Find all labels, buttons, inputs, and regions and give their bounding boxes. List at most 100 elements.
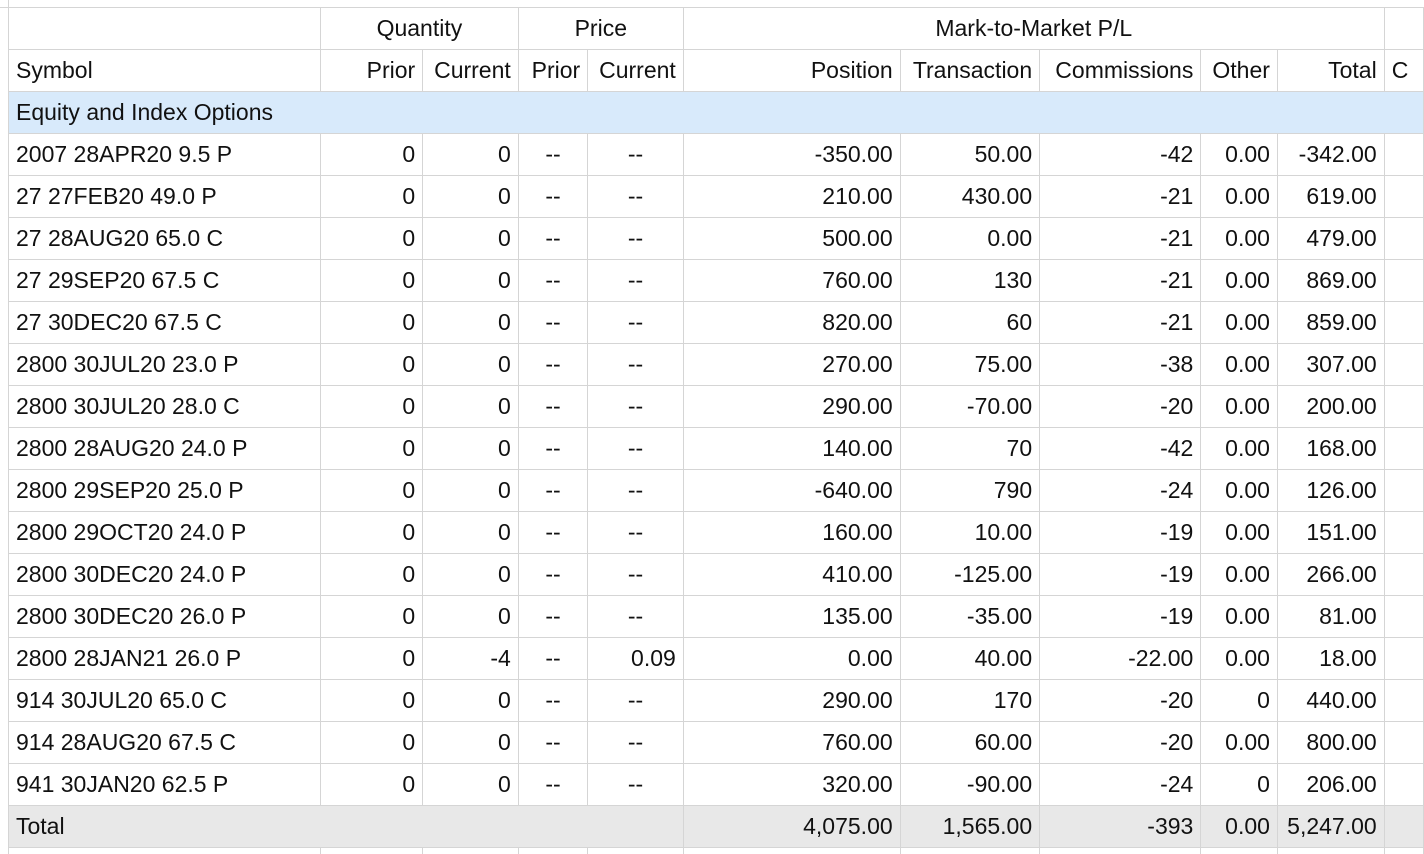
cell-price-current[interactable]: -- (587, 511, 684, 554)
column-header-other[interactable]: Other (1200, 49, 1278, 92)
cell-symbol[interactable]: 2800 29SEP20 25.0 P (9, 469, 321, 512)
cell-total[interactable]: 869.00 (1277, 259, 1385, 302)
cell-qty-prior[interactable]: 0 (320, 217, 424, 260)
cell-overflow[interactable] (1384, 343, 1424, 386)
cell-commissions[interactable]: -21 (1039, 175, 1202, 218)
cell-qty-current[interactable]: 0 (422, 385, 519, 428)
cell-position[interactable]: 160.00 (683, 511, 901, 554)
cell-transaction[interactable]: 75.00 (900, 343, 1041, 386)
cell-price-current[interactable]: -- (587, 595, 684, 638)
empty-cell[interactable] (320, 847, 424, 854)
cell-overflow[interactable] (1384, 385, 1424, 428)
cell-position[interactable]: 135.00 (683, 595, 901, 638)
cell-position[interactable]: 500.00 (683, 217, 901, 260)
total-position[interactable]: 4,075.00 (683, 805, 901, 848)
cell-qty-current[interactable]: 0 (422, 679, 519, 722)
cell-transaction[interactable]: 70 (900, 427, 1041, 470)
cell-position[interactable]: 0.00 (683, 637, 901, 680)
cell-position[interactable]: 210.00 (683, 175, 901, 218)
cell-transaction[interactable]: 10.00 (900, 511, 1041, 554)
empty-cell[interactable] (422, 847, 519, 854)
cell-total[interactable]: 200.00 (1277, 385, 1385, 428)
cell-total[interactable]: 440.00 (1277, 679, 1385, 722)
cell-overflow[interactable] (1384, 133, 1424, 176)
cell-qty-current[interactable]: 0 (422, 133, 519, 176)
empty-cell[interactable] (1200, 847, 1278, 854)
cell-qty-prior[interactable]: 0 (320, 133, 424, 176)
cell-commissions[interactable]: -19 (1039, 511, 1202, 554)
cell-transaction[interactable]: -35.00 (900, 595, 1041, 638)
cell-price-current[interactable]: -- (587, 217, 684, 260)
cell-other[interactable]: 0.00 (1200, 343, 1278, 386)
empty-cell[interactable] (518, 847, 589, 854)
group-header-quantity[interactable]: Quantity (320, 8, 519, 50)
cell-qty-prior[interactable]: 0 (320, 259, 424, 302)
cell-symbol[interactable]: 914 30JUL20 65.0 C (9, 679, 321, 722)
cell-transaction[interactable]: 60 (900, 301, 1041, 344)
cell-overflow[interactable] (1384, 679, 1424, 722)
cell-position[interactable]: 290.00 (683, 679, 901, 722)
cell-other[interactable]: 0.00 (1200, 217, 1278, 260)
cell-qty-current[interactable]: 0 (422, 259, 519, 302)
empty-cell[interactable] (1039, 847, 1202, 854)
cell-price-current[interactable]: -- (587, 763, 684, 806)
cell-transaction[interactable]: 50.00 (900, 133, 1041, 176)
section-title[interactable]: Equity and Index Options (9, 91, 1424, 134)
cell-position[interactable]: -640.00 (683, 469, 901, 512)
total-overflow[interactable] (1384, 805, 1424, 848)
cell-qty-current[interactable]: 0 (422, 175, 519, 218)
cell-qty-prior[interactable]: 0 (320, 553, 424, 596)
cell-symbol[interactable]: 27 29SEP20 67.5 C (9, 259, 321, 302)
cell-qty-prior[interactable]: 0 (320, 301, 424, 344)
cell-price-prior[interactable]: -- (518, 511, 589, 554)
column-header-transaction[interactable]: Transaction (900, 49, 1041, 92)
cell-price-current[interactable]: -- (587, 133, 684, 176)
cell-other[interactable]: 0.00 (1200, 469, 1278, 512)
cell-commissions[interactable]: -20 (1039, 679, 1202, 722)
cell-symbol[interactable]: 2800 30JUL20 28.0 C (9, 385, 321, 428)
cell-symbol[interactable]: 2800 28JAN21 26.0 P (9, 637, 321, 680)
cell-qty-current[interactable]: 0 (422, 427, 519, 470)
column-header-symbol[interactable]: Symbol (9, 49, 321, 92)
cell-other[interactable]: 0.00 (1200, 427, 1278, 470)
cell-qty-current[interactable]: 0 (422, 217, 519, 260)
cell-other[interactable]: 0.00 (1200, 595, 1278, 638)
cell-transaction[interactable]: -70.00 (900, 385, 1041, 428)
column-header-qty-prior[interactable]: Prior (320, 49, 424, 92)
cell-symbol[interactable]: 2007 28APR20 9.5 P (9, 133, 321, 176)
cell-symbol[interactable]: 2800 30DEC20 24.0 P (9, 553, 321, 596)
cell-commissions[interactable]: -20 (1039, 385, 1202, 428)
header-cell-blank[interactable] (9, 8, 321, 50)
cell-qty-prior[interactable]: 0 (320, 763, 424, 806)
cell-transaction[interactable]: 60.00 (900, 721, 1041, 764)
cell-overflow[interactable] (1384, 763, 1424, 806)
cell-symbol[interactable]: 914 28AUG20 67.5 C (9, 721, 321, 764)
cell-symbol[interactable]: 2800 28AUG20 24.0 P (9, 427, 321, 470)
cell-price-current[interactable]: -- (587, 259, 684, 302)
cell-transaction[interactable]: 790 (900, 469, 1041, 512)
cell-price-prior[interactable]: -- (518, 721, 589, 764)
cell-overflow[interactable] (1384, 469, 1424, 512)
cell-total[interactable]: 126.00 (1277, 469, 1385, 512)
column-header-commissions[interactable]: Commissions (1039, 49, 1202, 92)
cell-total[interactable]: -342.00 (1277, 133, 1385, 176)
cell-other[interactable]: 0.00 (1200, 175, 1278, 218)
total-commissions[interactable]: -393 (1039, 805, 1202, 848)
cell-price-current[interactable]: -- (587, 427, 684, 470)
cell-commissions[interactable]: -42 (1039, 133, 1202, 176)
empty-cell[interactable] (1277, 847, 1385, 854)
cell-other[interactable]: 0.00 (1200, 511, 1278, 554)
cell-symbol[interactable]: 27 28AUG20 65.0 C (9, 217, 321, 260)
cell-transaction[interactable]: 170 (900, 679, 1041, 722)
cell-symbol[interactable]: 2800 30DEC20 26.0 P (9, 595, 321, 638)
cell-position[interactable]: 270.00 (683, 343, 901, 386)
column-header-total[interactable]: Total (1277, 49, 1385, 92)
cell-price-prior[interactable]: -- (518, 427, 589, 470)
cell-overflow[interactable] (1384, 595, 1424, 638)
cell-other[interactable]: 0 (1200, 679, 1278, 722)
cell-qty-prior[interactable]: 0 (320, 679, 424, 722)
cell-total[interactable]: 619.00 (1277, 175, 1385, 218)
cell-qty-prior[interactable]: 0 (320, 343, 424, 386)
empty-cell[interactable] (900, 847, 1041, 854)
empty-cell[interactable] (1384, 847, 1424, 854)
